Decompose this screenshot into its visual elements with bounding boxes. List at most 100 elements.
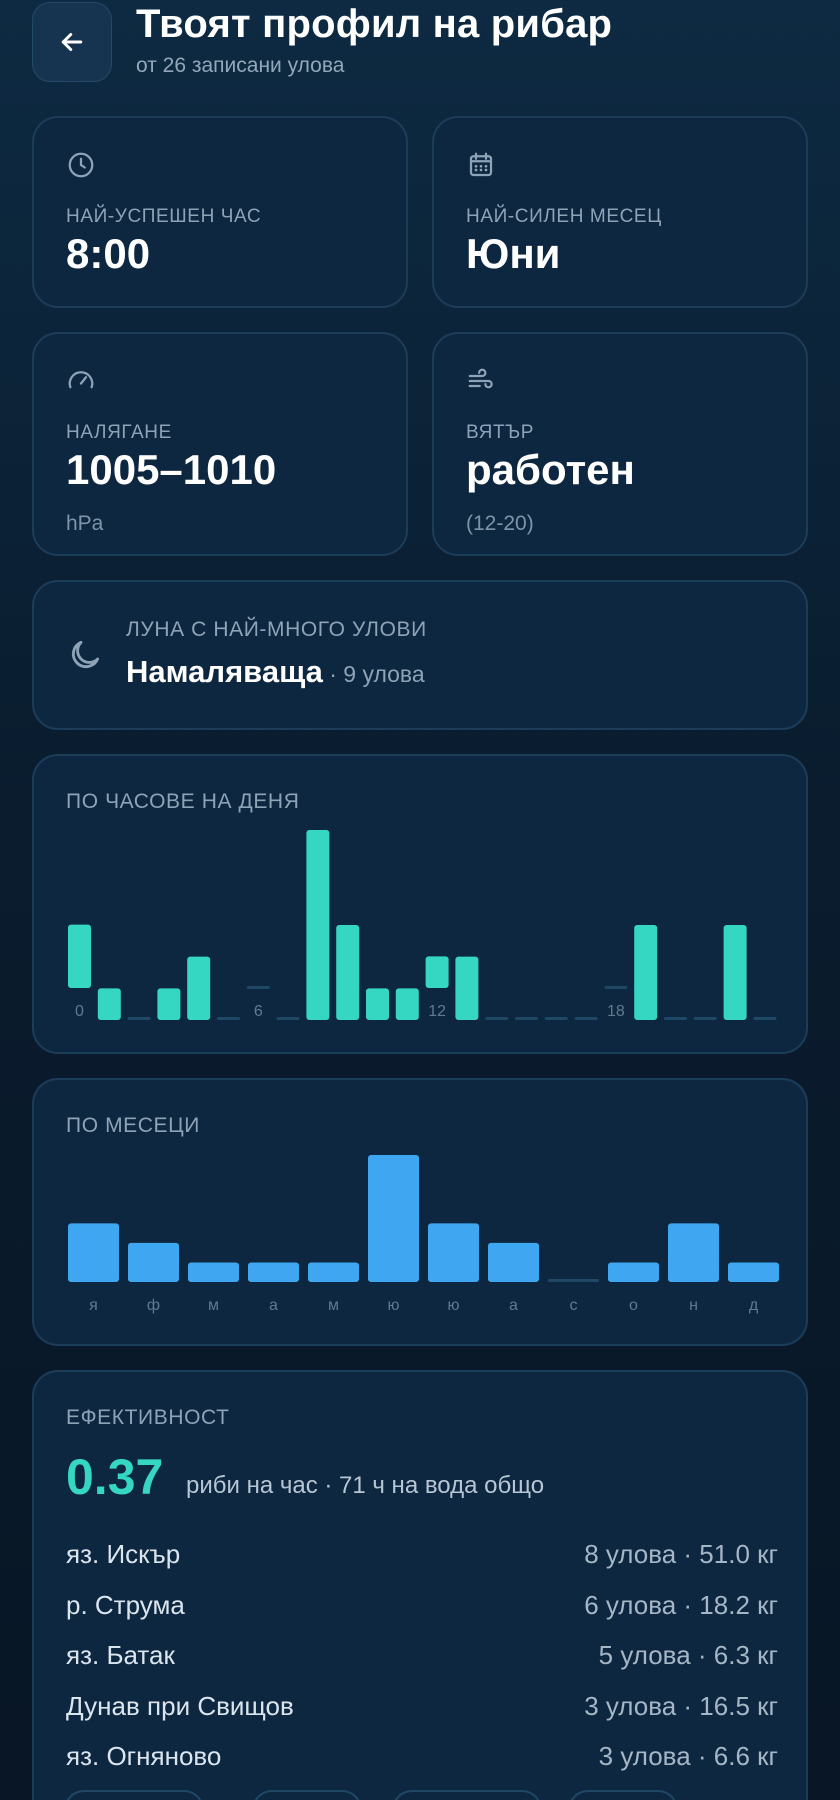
hour-bar — [306, 830, 330, 1020]
stat-card-wind: ВЯТЪР работен (12-20) — [432, 332, 808, 556]
stat-label: ВЯТЪР — [466, 422, 535, 443]
lake-stats: 3 улова · 6.6 кг — [598, 1740, 778, 1771]
stat-card-best-hour: НАЙ-УСПЕШЕН ЧАС 8:00 — [32, 116, 408, 308]
month-tick-label: с — [570, 1297, 578, 1314]
efficiency-value: 0.37 — [66, 1449, 164, 1505]
moon-icon — [71, 640, 100, 669]
hour-bar — [634, 925, 658, 1020]
stat-label: НАЙ-СИЛЕН МЕСЕЦ — [466, 206, 662, 227]
hour-bar-empty — [127, 1017, 151, 1020]
moon-label: ЛУНА С НАЙ-МНОГО УЛОВИ — [126, 618, 427, 641]
hour-bar — [366, 988, 389, 1020]
stat-unit: hPa — [66, 512, 104, 535]
hour-bar-empty — [574, 1017, 598, 1020]
month-bar — [728, 1262, 779, 1282]
month-tick-label: ф — [147, 1297, 160, 1314]
monthly-chart-card: ПО МЕСЕЦИ яфмамююасонд — [32, 1078, 808, 1346]
lake-stats: 3 улова · 16.5 кг — [584, 1690, 778, 1721]
lake-name: яз. Огняново — [66, 1740, 222, 1771]
hour-tick-label: 18 — [607, 1003, 625, 1020]
month-bar — [428, 1223, 479, 1282]
hourly-chart-card: ПО ЧАСОВЕ НА ДЕНЯ 0 6 12 18 — [32, 754, 808, 1054]
lake-stats: 8 улова · 51.0 кг — [584, 1538, 778, 1569]
hour-bar — [187, 956, 211, 1020]
stat-label: НАЛЯГАНЕ — [66, 422, 172, 443]
list-item[interactable]: яз. Батак 5 улова · 6.3 кг — [66, 1635, 778, 1675]
monthly-chart: яфмамююасонд — [68, 1155, 779, 1314]
hour-bar-empty — [515, 1017, 538, 1020]
hour-bar — [723, 925, 747, 1020]
hour-bar-empty — [753, 1017, 777, 1020]
month-bar — [308, 1262, 359, 1282]
clock-icon — [68, 152, 94, 178]
hour-bar-empty — [544, 1017, 568, 1020]
hour-bar — [336, 925, 360, 1020]
filter-chip[interactable] — [64, 1790, 204, 1800]
filter-chip[interactable] — [252, 1790, 362, 1800]
hour-bar-empty — [485, 1017, 509, 1020]
stat-card-pressure: НАЛЯГАНЕ 1005–1010 hPa — [32, 332, 408, 556]
month-tick-label: о — [629, 1297, 638, 1314]
page-title: Твоят профил на рибар — [136, 2, 613, 46]
lake-name: яз. Искър — [66, 1538, 181, 1569]
arrow-left-icon — [61, 33, 83, 51]
back-button[interactable] — [32, 2, 112, 82]
stat-value: работен — [466, 446, 635, 493]
stat-unit: (12-20) — [466, 512, 534, 535]
hour-bar — [68, 924, 91, 988]
hour-tick-label: 6 — [254, 1003, 263, 1020]
efficiency-label: ЕФЕКТИВНОСТ — [66, 1406, 230, 1429]
moon-value: Намаляваща · 9 улова — [126, 654, 425, 690]
list-item[interactable]: Дунав при Свищов 3 улова · 16.5 кг — [66, 1686, 778, 1726]
list-item[interactable]: яз. Огняново 3 улова · 6.6 кг — [66, 1736, 778, 1776]
stat-value: Юни — [466, 230, 561, 277]
hourly-chart: 0 6 12 18 — [68, 830, 777, 1020]
month-bar — [248, 1262, 299, 1282]
hour-bar-empty — [604, 986, 628, 989]
hour-bar-empty — [217, 1017, 240, 1020]
month-tick-label: м — [208, 1297, 219, 1314]
gauge-icon — [68, 371, 94, 389]
hour-bar — [425, 956, 449, 988]
hour-bar — [455, 956, 479, 1020]
efficiency-text: риби на час · 71 ч на вода общо — [186, 1472, 545, 1499]
month-bar — [608, 1262, 659, 1282]
header: Твоят профил на рибар от 26 записани уло… — [32, 0, 808, 90]
hour-bar-empty — [246, 986, 270, 989]
month-tick-label: ю — [388, 1297, 400, 1314]
filter-chip[interactable] — [568, 1790, 678, 1800]
page-subtitle: от 26 записани улова — [136, 54, 345, 77]
month-bar — [68, 1223, 119, 1282]
lake-stats: 5 улова · 6.3 кг — [598, 1639, 778, 1670]
month-tick-label: н — [689, 1297, 698, 1314]
hour-bar — [157, 988, 181, 1020]
month-tick-label: а — [269, 1297, 278, 1314]
month-tick-label: ю — [448, 1297, 460, 1314]
list-item[interactable]: р. Струма 6 улова · 18.2 кг — [66, 1585, 778, 1625]
month-bar — [188, 1262, 239, 1282]
month-bar — [128, 1242, 179, 1282]
moon-card: ЛУНА С НАЙ-МНОГО УЛОВИ Намаляваща · 9 ул… — [32, 580, 808, 730]
hour-tick-label: 0 — [75, 1003, 84, 1020]
efficiency-card: ЕФЕКТИВНОСТ 0.37 риби на час · 71 ч на в… — [32, 1370, 808, 1800]
lake-name: Дунав при Свищов — [66, 1690, 294, 1721]
lake-name: яз. Батак — [66, 1639, 175, 1670]
month-tick-label: а — [509, 1297, 518, 1314]
stat-card-best-month: НАЙ-СИЛЕН МЕСЕЦ Юни — [432, 116, 808, 308]
hour-bar-empty — [276, 1017, 300, 1020]
stat-value: 8:00 — [66, 230, 151, 277]
lake-stats: 6 улова · 18.2 кг — [584, 1589, 778, 1620]
hour-tick-label: 12 — [428, 1003, 446, 1020]
month-tick-label: д — [749, 1297, 759, 1314]
month-bar — [368, 1155, 419, 1282]
lake-name: р. Струма — [66, 1589, 185, 1620]
month-bar-empty — [548, 1279, 599, 1282]
month-tick-label: я — [89, 1297, 98, 1314]
hour-bar-empty — [664, 1017, 687, 1020]
moon-phase: Намаляваща — [126, 654, 323, 689]
list-item[interactable]: яз. Искър 8 улова · 51.0 кг — [66, 1534, 778, 1574]
filter-chip[interactable] — [392, 1790, 542, 1800]
moon-count: · 9 улова — [322, 661, 425, 687]
month-tick-label: м — [328, 1297, 339, 1314]
month-bar — [668, 1223, 719, 1282]
